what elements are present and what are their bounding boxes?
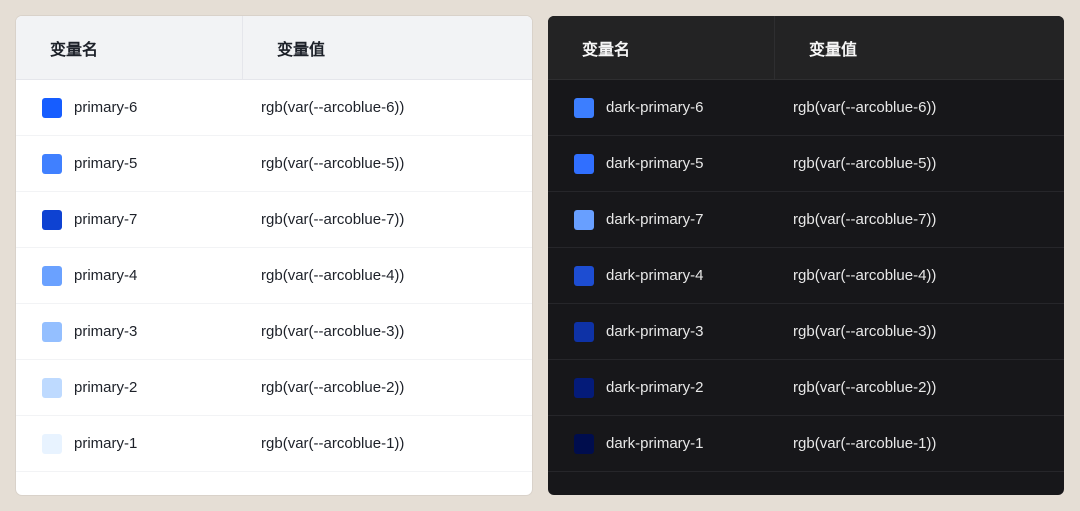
var-name-text: dark-primary-7 [606, 211, 704, 228]
cell-var-value: rgb(var(--arcoblue-5)) [243, 136, 532, 191]
cell-var-name: dark-primary-3 [548, 304, 775, 359]
column-header-var-name: 变量名 [548, 16, 775, 79]
light-theme-panel: 变量名 变量值 primary-6 rgb(var(--arcoblue-6))… [16, 16, 532, 495]
table-row: dark-primary-7 rgb(var(--arcoblue-7)) [548, 192, 1064, 248]
color-swatch-icon [42, 322, 62, 342]
cell-var-name: dark-primary-5 [548, 136, 775, 191]
table-row: primary-7 rgb(var(--arcoblue-7)) [16, 192, 532, 248]
table-row: primary-4 rgb(var(--arcoblue-4)) [16, 248, 532, 304]
cell-var-value: rgb(var(--arcoblue-1)) [775, 416, 1064, 471]
table-row: primary-1 rgb(var(--arcoblue-1)) [16, 416, 532, 472]
cell-var-value: rgb(var(--arcoblue-7)) [243, 192, 532, 247]
column-header-var-name: 变量名 [16, 16, 243, 79]
color-swatch-icon [42, 378, 62, 398]
var-name-text: dark-primary-6 [606, 99, 704, 116]
color-swatch-icon [574, 434, 594, 454]
table-row: dark-primary-3 rgb(var(--arcoblue-3)) [548, 304, 1064, 360]
table-row: dark-primary-6 rgb(var(--arcoblue-6)) [548, 80, 1064, 136]
color-swatch-icon [574, 210, 594, 230]
var-name-text: dark-primary-5 [606, 155, 704, 172]
cell-var-name: primary-5 [16, 136, 243, 191]
color-swatch-icon [42, 98, 62, 118]
var-name-text: primary-1 [74, 435, 137, 452]
var-name-text: primary-4 [74, 267, 137, 284]
color-swatch-icon [42, 154, 62, 174]
var-name-text: dark-primary-1 [606, 435, 704, 452]
column-header-var-value: 变量值 [243, 16, 532, 79]
cell-var-value: rgb(var(--arcoblue-4)) [243, 248, 532, 303]
table-row: primary-5 rgb(var(--arcoblue-5)) [16, 136, 532, 192]
var-name-text: primary-7 [74, 211, 137, 228]
cell-var-name: dark-primary-6 [548, 80, 775, 135]
color-swatch-icon [574, 322, 594, 342]
cell-var-name: primary-3 [16, 304, 243, 359]
cell-var-value: rgb(var(--arcoblue-4)) [775, 248, 1064, 303]
table-row: dark-primary-4 rgb(var(--arcoblue-4)) [548, 248, 1064, 304]
cell-var-value: rgb(var(--arcoblue-6)) [775, 80, 1064, 135]
cell-var-value: rgb(var(--arcoblue-7)) [775, 192, 1064, 247]
table-row: dark-primary-2 rgb(var(--arcoblue-2)) [548, 360, 1064, 416]
cell-var-name: dark-primary-7 [548, 192, 775, 247]
light-table-body: primary-6 rgb(var(--arcoblue-6)) primary… [16, 80, 532, 472]
cell-var-name: dark-primary-2 [548, 360, 775, 415]
cell-var-name: primary-6 [16, 80, 243, 135]
table-row: primary-2 rgb(var(--arcoblue-2)) [16, 360, 532, 416]
cell-var-name: primary-4 [16, 248, 243, 303]
color-swatch-icon [42, 434, 62, 454]
cell-var-name: dark-primary-1 [548, 416, 775, 471]
cell-var-value: rgb(var(--arcoblue-6)) [243, 80, 532, 135]
table-header-row: 变量名 变量值 [16, 16, 532, 80]
table-row: primary-6 rgb(var(--arcoblue-6)) [16, 80, 532, 136]
cell-var-value: rgb(var(--arcoblue-5)) [775, 136, 1064, 191]
column-header-var-value: 变量值 [775, 16, 1064, 79]
cell-var-value: rgb(var(--arcoblue-2)) [243, 360, 532, 415]
cell-var-name: primary-7 [16, 192, 243, 247]
dark-table-body: dark-primary-6 rgb(var(--arcoblue-6)) da… [548, 80, 1064, 472]
table-row: dark-primary-5 rgb(var(--arcoblue-5)) [548, 136, 1064, 192]
var-name-text: dark-primary-3 [606, 323, 704, 340]
var-name-text: primary-3 [74, 323, 137, 340]
var-name-text: primary-2 [74, 379, 137, 396]
color-swatch-icon [574, 154, 594, 174]
var-name-text: primary-5 [74, 155, 137, 172]
color-swatch-icon [42, 210, 62, 230]
cell-var-value: rgb(var(--arcoblue-1)) [243, 416, 532, 471]
table-header-row: 变量名 变量值 [548, 16, 1064, 80]
dark-theme-panel: 变量名 变量值 dark-primary-6 rgb(var(--arcoblu… [548, 16, 1064, 495]
cell-var-value: rgb(var(--arcoblue-3)) [243, 304, 532, 359]
table-row: primary-3 rgb(var(--arcoblue-3)) [16, 304, 532, 360]
var-name-text: primary-6 [74, 99, 137, 116]
color-swatch-icon [574, 266, 594, 286]
cell-var-value: rgb(var(--arcoblue-3)) [775, 304, 1064, 359]
var-name-text: dark-primary-4 [606, 267, 704, 284]
var-name-text: dark-primary-2 [606, 379, 704, 396]
cell-var-name: dark-primary-4 [548, 248, 775, 303]
color-swatch-icon [574, 378, 594, 398]
cell-var-name: primary-2 [16, 360, 243, 415]
table-row: dark-primary-1 rgb(var(--arcoblue-1)) [548, 416, 1064, 472]
cell-var-name: primary-1 [16, 416, 243, 471]
color-swatch-icon [574, 98, 594, 118]
cell-var-value: rgb(var(--arcoblue-2)) [775, 360, 1064, 415]
color-swatch-icon [42, 266, 62, 286]
